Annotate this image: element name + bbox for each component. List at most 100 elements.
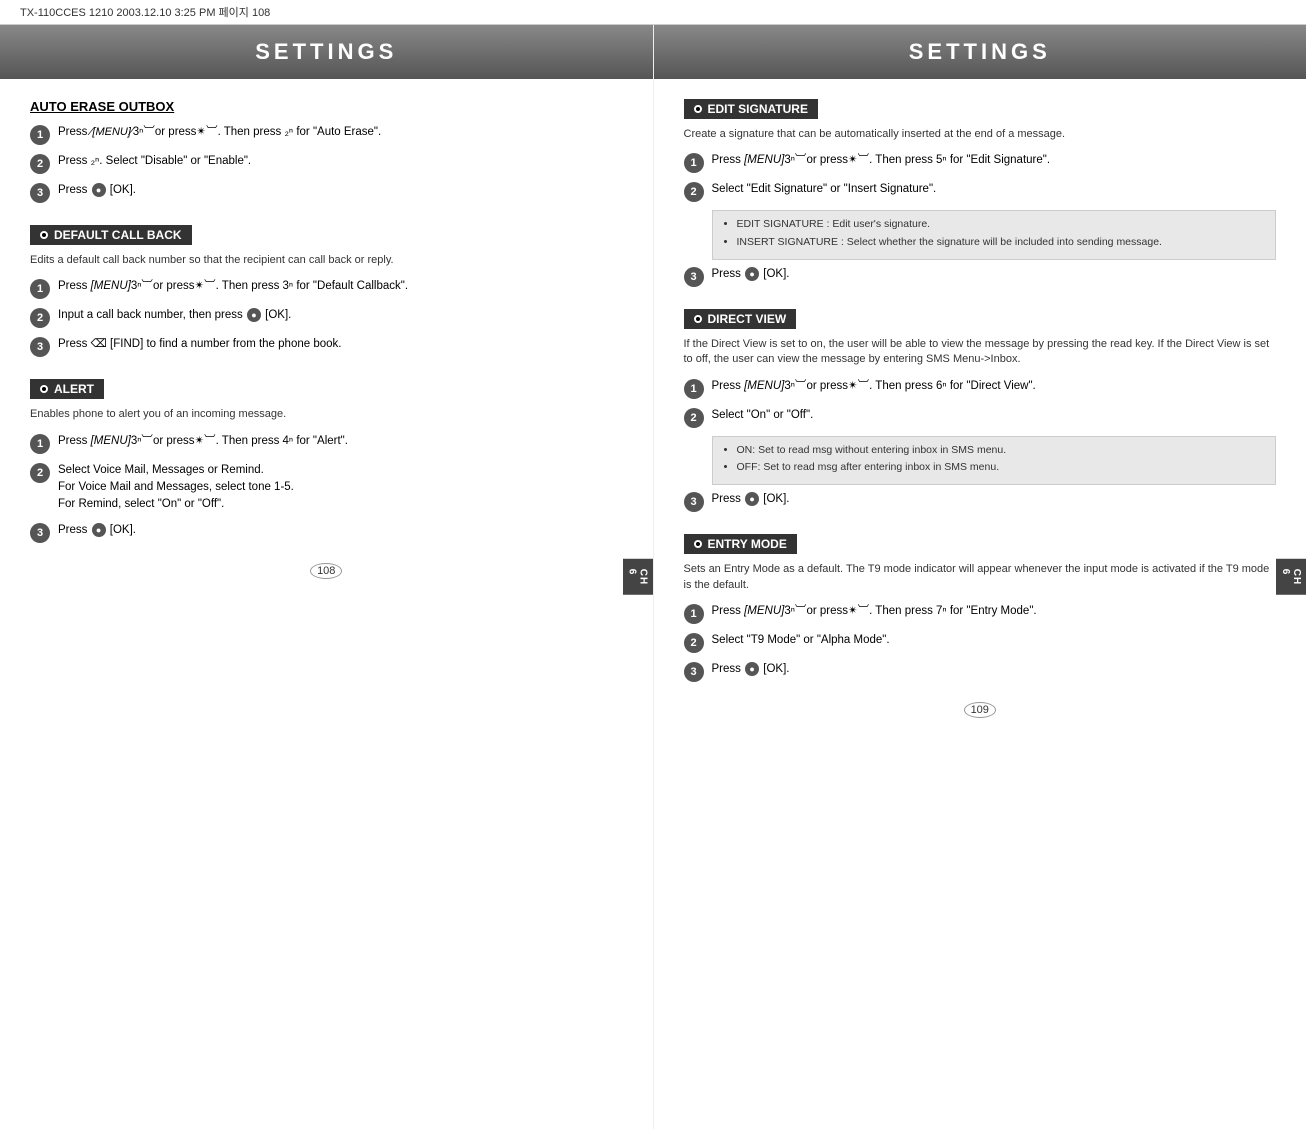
dcb-step-text-1: Press [MENU]3ⁿ︺or press✴︺. Then press 3ⁿ… xyxy=(58,278,408,295)
edit-sig-desc: Create a signature that can be automatic… xyxy=(684,127,1277,142)
left-title: SETTINGS xyxy=(20,39,633,65)
em-step-1: 1 Press [MENU]3ⁿ︺or press✴︺. Then press … xyxy=(684,603,1277,624)
badge-dot-em xyxy=(694,540,702,548)
step-num-3: 3 xyxy=(30,183,50,203)
sig-step-text-1: Press [MENU]3ⁿ︺or press✴︺. Then press 5ⁿ… xyxy=(712,152,1051,169)
sig-step-num-1: 1 xyxy=(684,153,704,173)
default-callback-desc: Edits a default call back number so that… xyxy=(30,253,623,268)
top-bar: TX-110CCES 1210 2003.12.10 3:25 PM 페이지 1… xyxy=(0,0,1306,25)
sig-note-1: EDIT SIGNATURE : Edit user's signature. xyxy=(737,217,1266,233)
ok-icon-sig: ● xyxy=(745,267,759,281)
em-step-text-1: Press [MENU]3ⁿ︺or press✴︺. Then press 7ⁿ… xyxy=(712,603,1037,620)
badge-dot-sig xyxy=(694,105,702,113)
em-step-text-3: Press ● [OK]. xyxy=(712,661,790,678)
entry-mode-desc: Sets an Entry Mode as a default. The T9 … xyxy=(684,562,1277,593)
step-num-1: 1 xyxy=(30,125,50,145)
step-text-1: Press ∕[MENU]∕3ⁿ︺or press✴︺. Then press … xyxy=(58,124,381,141)
auto-erase-title: AUTO ERASE OUTBOX xyxy=(30,99,623,114)
sig-step-3: 3 Press ● [OK]. xyxy=(684,266,1277,287)
alert-desc: Enables phone to alert you of an incomin… xyxy=(30,407,623,422)
ok-icon-3: ● xyxy=(92,523,106,537)
right-header: SETTINGS xyxy=(654,25,1306,79)
edit-sig-title: EDIT SIGNATURE xyxy=(708,102,808,116)
dcb-step-3: 3 Press ⌫ [FIND] to find a number from t… xyxy=(30,336,623,357)
dcb-step-num-3: 3 xyxy=(30,337,50,357)
dv-step-text-2: Select "On" or "Off". xyxy=(712,407,814,424)
left-page: SETTINGS AUTO ERASE OUTBOX 1 Press ∕[MEN… xyxy=(0,25,654,1129)
dcb-step-num-1: 1 xyxy=(30,279,50,299)
dcb-step-1: 1 Press [MENU]3ⁿ︺or press✴︺. Then press … xyxy=(30,278,623,299)
alert-section: ALERT Enables phone to alert you of an i… xyxy=(30,379,623,542)
alert-title: ALERT xyxy=(54,382,94,396)
ok-icon-2: ● xyxy=(247,308,261,322)
em-step-num-2: 2 xyxy=(684,633,704,653)
left-ch-tab: CH6 xyxy=(623,559,653,595)
dv-step-num-2: 2 xyxy=(684,408,704,428)
em-step-2: 2 Select "T9 Mode" or "Alpha Mode". xyxy=(684,632,1277,653)
sig-step-1: 1 Press [MENU]3ⁿ︺or press✴︺. Then press … xyxy=(684,152,1277,173)
alert-step-num-1: 1 xyxy=(30,434,50,454)
direct-view-desc: If the Direct View is set to on, the use… xyxy=(684,337,1277,368)
step-text-3: Press ● [OK]. xyxy=(58,182,136,199)
sig-note-box: EDIT SIGNATURE : Edit user's signature. … xyxy=(712,210,1277,260)
dv-step-num-3: 3 xyxy=(684,492,704,512)
entry-mode-title-badge: ENTRY MODE xyxy=(684,534,797,554)
step-num-2: 2 xyxy=(30,154,50,174)
sig-step-num-3: 3 xyxy=(684,267,704,287)
right-ch-tab: CH6 xyxy=(1276,559,1306,595)
alert-step-1: 1 Press [MENU]3ⁿ︺or press✴︺. Then press … xyxy=(30,433,623,454)
alert-step-3: 3 Press ● [OK]. xyxy=(30,522,623,543)
left-page-number: 108 xyxy=(0,565,653,577)
left-header: SETTINGS xyxy=(0,25,653,79)
badge-dot xyxy=(40,231,48,239)
default-callback-title-badge: DEFAULT CALL BACK xyxy=(30,225,192,245)
edit-signature-section: EDIT SIGNATURE Create a signature that c… xyxy=(684,99,1277,287)
right-page-number: 109 xyxy=(654,704,1306,716)
dv-step-num-1: 1 xyxy=(684,379,704,399)
dcb-step-text-3: Press ⌫ [FIND] to find a number from the… xyxy=(58,336,341,353)
sig-note-2: INSERT SIGNATURE : Select whether the si… xyxy=(737,235,1266,251)
direct-view-section: DIRECT VIEW If the Direct View is set to… xyxy=(684,309,1277,512)
alert-title-badge: ALERT xyxy=(30,379,104,399)
alert-step-text-3: Press ● [OK]. xyxy=(58,522,136,539)
menu-icon: ∕[MENU]∕ xyxy=(91,126,133,138)
dv-note-1: ON: Set to read msg without entering inb… xyxy=(737,443,1266,459)
dcb-step-2: 2 Input a call back number, then press ●… xyxy=(30,307,623,328)
direct-view-title-badge: DIRECT VIEW xyxy=(684,309,797,329)
badge-dot-dv xyxy=(694,315,702,323)
dcb-step-text-2: Input a call back number, then press ● [… xyxy=(58,307,291,324)
default-callback-title: DEFAULT CALL BACK xyxy=(54,228,182,242)
alert-step-text-2: Select Voice Mail, Messages or Remind. F… xyxy=(58,462,294,514)
dv-note-box: ON: Set to read msg without entering inb… xyxy=(712,436,1277,486)
entry-mode-title: ENTRY MODE xyxy=(708,537,787,551)
em-step-num-1: 1 xyxy=(684,604,704,624)
em-step-3: 3 Press ● [OK]. xyxy=(684,661,1277,682)
ok-icon-1: ● xyxy=(92,183,106,197)
default-callback-section: DEFAULT CALL BACK Edits a default call b… xyxy=(30,225,623,357)
dv-step-text-3: Press ● [OK]. xyxy=(712,491,790,508)
step-1: 1 Press ∕[MENU]∕3ⁿ︺or press✴︺. Then pres… xyxy=(30,124,623,145)
step-2: 2 Press ₂ⁿ. Select "Disable" or "Enable"… xyxy=(30,153,623,174)
alert-step-2: 2 Select Voice Mail, Messages or Remind.… xyxy=(30,462,623,514)
em-step-num-3: 3 xyxy=(684,662,704,682)
dcb-step-num-2: 2 xyxy=(30,308,50,328)
entry-mode-section: ENTRY MODE Sets an Entry Mode as a defau… xyxy=(684,534,1277,682)
right-page: SETTINGS EDIT SIGNATURE Create a signatu… xyxy=(654,25,1306,1129)
sig-step-text-2: Select "Edit Signature" or "Insert Signa… xyxy=(712,181,937,198)
alert-step-text-1: Press [MENU]3ⁿ︺or press✴︺. Then press 4ⁿ… xyxy=(58,433,348,450)
step-text-2: Press ₂ⁿ. Select "Disable" or "Enable". xyxy=(58,153,251,170)
sig-step-num-2: 2 xyxy=(684,182,704,202)
dv-step-2: 2 Select "On" or "Off". xyxy=(684,407,1277,428)
dv-step-1: 1 Press [MENU]3ⁿ︺or press✴︺. Then press … xyxy=(684,378,1277,399)
alert-step-num-2: 2 xyxy=(30,463,50,483)
badge-dot-alert xyxy=(40,385,48,393)
sig-step-text-3: Press ● [OK]. xyxy=(712,266,790,283)
sig-step-2: 2 Select "Edit Signature" or "Insert Sig… xyxy=(684,181,1277,202)
dv-step-3: 3 Press ● [OK]. xyxy=(684,491,1277,512)
auto-erase-section: AUTO ERASE OUTBOX 1 Press ∕[MENU]∕3ⁿ︺or … xyxy=(30,99,623,203)
right-title: SETTINGS xyxy=(674,39,1287,65)
ok-icon-dv: ● xyxy=(745,492,759,506)
alert-step-num-3: 3 xyxy=(30,523,50,543)
edit-sig-title-badge: EDIT SIGNATURE xyxy=(684,99,818,119)
step-3: 3 Press ● [OK]. xyxy=(30,182,623,203)
